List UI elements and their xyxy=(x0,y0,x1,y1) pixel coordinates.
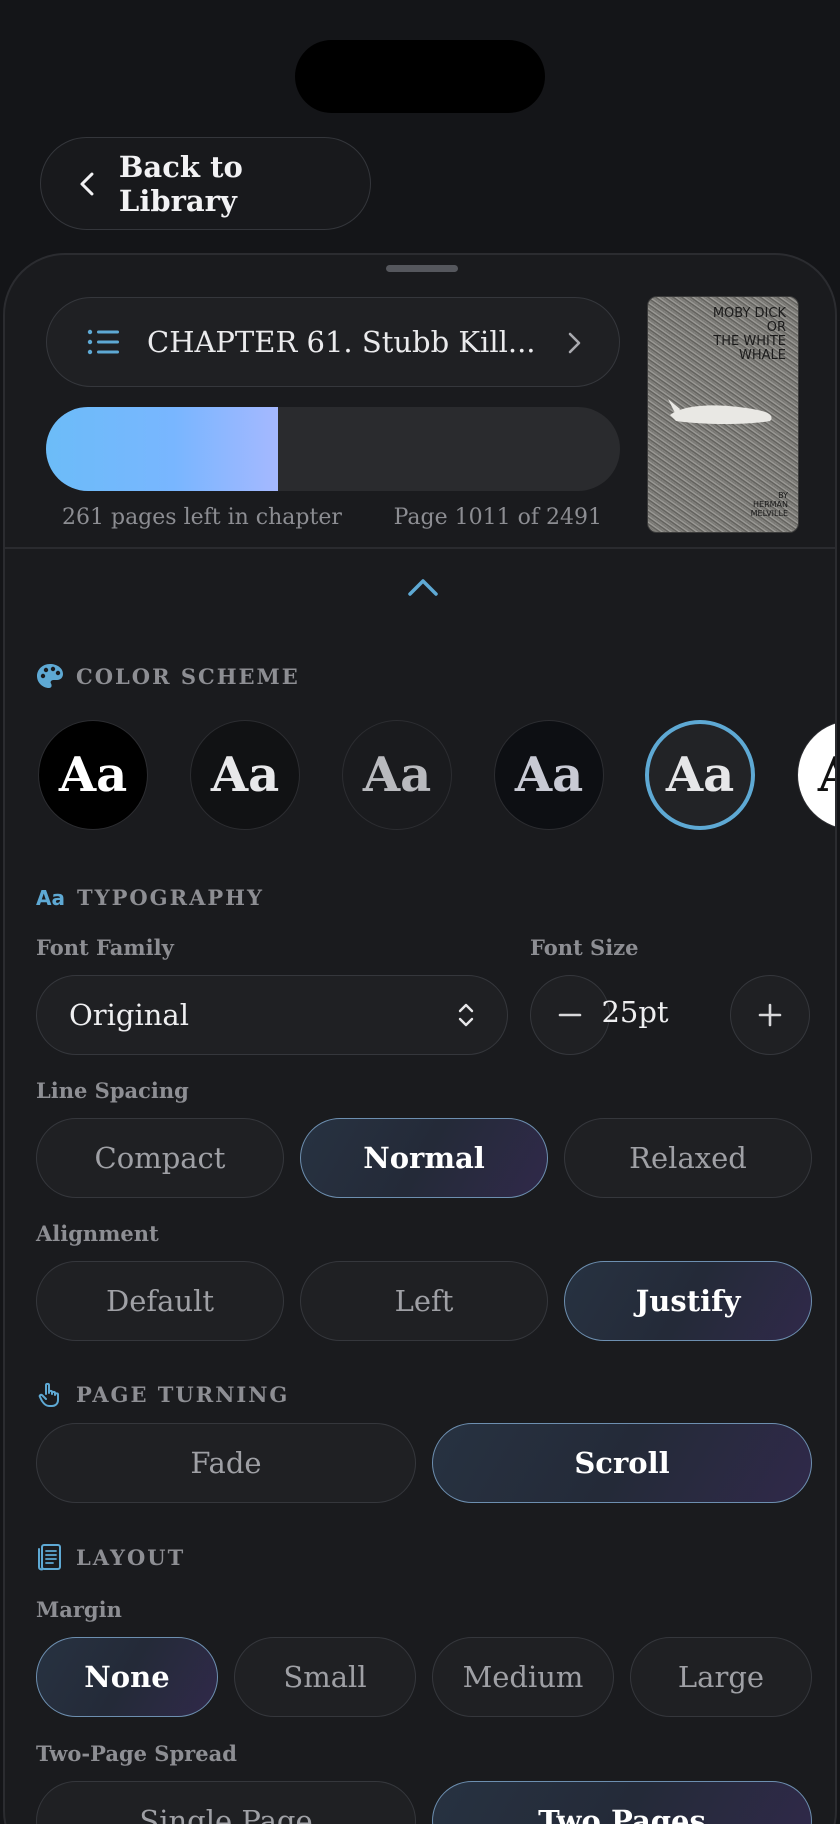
page-turning-scroll[interactable]: Scroll xyxy=(432,1423,812,1503)
scheme-sample: Aa xyxy=(818,747,835,803)
book-icon xyxy=(38,1544,61,1571)
color-scheme-option-dim[interactable]: Aa xyxy=(342,720,452,830)
alignment-justify[interactable]: Justify xyxy=(564,1261,812,1341)
margin-medium[interactable]: Medium xyxy=(432,1637,614,1717)
whale-illustration xyxy=(668,399,772,424)
chevron-up-icon[interactable] xyxy=(405,575,441,599)
font-size-value: 25pt xyxy=(601,995,669,1029)
hand-tap-icon xyxy=(38,1382,59,1407)
typography-heading: Aa TYPOGRAPHY xyxy=(36,885,264,910)
alignment-default[interactable]: Default xyxy=(36,1261,284,1341)
scheme-sample: Aa xyxy=(210,747,280,803)
back-to-library-label: Back to Library xyxy=(118,149,243,218)
reader-settings-sheet: CHAPTER 61. Stubb Kill... 261 pages left… xyxy=(3,253,837,1824)
font-size-label: Font Size xyxy=(530,935,639,960)
color-scheme-heading: COLOR SCHEME xyxy=(36,662,300,690)
color-scheme-option-dark[interactable]: Aa xyxy=(190,720,300,830)
cover-title: MOBY DICK OR THE WHITE WHALE xyxy=(712,306,786,363)
margin-large[interactable]: Large xyxy=(630,1637,812,1717)
line-spacing-compact[interactable]: Compact xyxy=(36,1118,284,1198)
list-icon xyxy=(87,329,119,355)
spread-two-pages[interactable]: Two Pages xyxy=(432,1781,812,1824)
scheme-sample: Aa xyxy=(665,747,735,803)
line-spacing-normal[interactable]: Normal xyxy=(300,1118,548,1198)
margin-none[interactable]: None xyxy=(36,1637,218,1717)
typography-icon: Aa xyxy=(36,885,65,910)
page-count-label: Page 1011 of 2491 xyxy=(393,505,602,530)
cover-author: BY HERMAN MELVILLE xyxy=(750,491,788,518)
increase-font-size-button[interactable] xyxy=(730,975,810,1055)
color-scheme-title: COLOR SCHEME xyxy=(76,663,300,689)
layout-title: LAYOUT xyxy=(76,1544,186,1570)
font-family-label: Font Family xyxy=(36,935,174,960)
color-scheme-option-black[interactable]: Aa xyxy=(38,720,148,830)
font-family-select[interactable]: Original xyxy=(36,975,508,1055)
alignment-label: Alignment xyxy=(36,1221,159,1246)
chevron-up-down-icon xyxy=(458,1003,474,1027)
color-scheme-option-slate[interactable]: Aa xyxy=(645,720,755,830)
page-turning-heading: PAGE TURNING xyxy=(36,1380,289,1408)
margin-label: Margin xyxy=(36,1597,122,1622)
layout-heading: LAYOUT xyxy=(36,1543,185,1571)
chevron-left-icon xyxy=(80,172,94,195)
chapter-progress-bar[interactable] xyxy=(46,407,620,491)
scheme-sample: Aa xyxy=(514,747,584,803)
plus-icon xyxy=(758,1003,782,1027)
chapter-selector-button[interactable]: CHAPTER 61. Stubb Kill... xyxy=(46,297,620,387)
book-cover[interactable]: MOBY DICK OR THE WHITE WHALE BY HERMAN MELVIL… xyxy=(647,296,799,533)
line-spacing-relaxed[interactable]: Relaxed xyxy=(564,1118,812,1198)
page-turning-fade[interactable]: Fade xyxy=(36,1423,416,1503)
typography-title: TYPOGRAPHY xyxy=(76,885,264,910)
dynamic-island xyxy=(295,40,545,113)
line-spacing-label: Line Spacing xyxy=(36,1078,189,1103)
alignment-left[interactable]: Left xyxy=(300,1261,548,1341)
sheet-grabber[interactable] xyxy=(386,265,458,272)
pages-left-label: 261 pages left in chapter xyxy=(62,505,342,530)
color-scheme-option-midnight[interactable]: Aa xyxy=(494,720,604,830)
divider xyxy=(5,547,835,549)
font-family-value: Original xyxy=(69,998,189,1032)
chevron-right-icon xyxy=(568,332,581,354)
color-scheme-option-light[interactable]: Aa xyxy=(797,720,835,830)
progress-fill xyxy=(46,407,279,491)
back-to-library-button[interactable]: Back to Library xyxy=(40,137,371,230)
spread-single-page[interactable]: Single Page xyxy=(36,1781,416,1824)
minus-icon xyxy=(558,1013,582,1017)
scheme-sample: Aa xyxy=(362,747,432,803)
palette-icon xyxy=(37,664,63,688)
margin-small[interactable]: Small xyxy=(234,1637,416,1717)
scheme-sample: Aa xyxy=(58,747,128,803)
page-turning-title: PAGE TURNING xyxy=(76,1381,290,1407)
chapter-title: CHAPTER 61. Stubb Kill... xyxy=(147,325,536,359)
two-page-spread-label: Two-Page Spread xyxy=(36,1741,237,1766)
